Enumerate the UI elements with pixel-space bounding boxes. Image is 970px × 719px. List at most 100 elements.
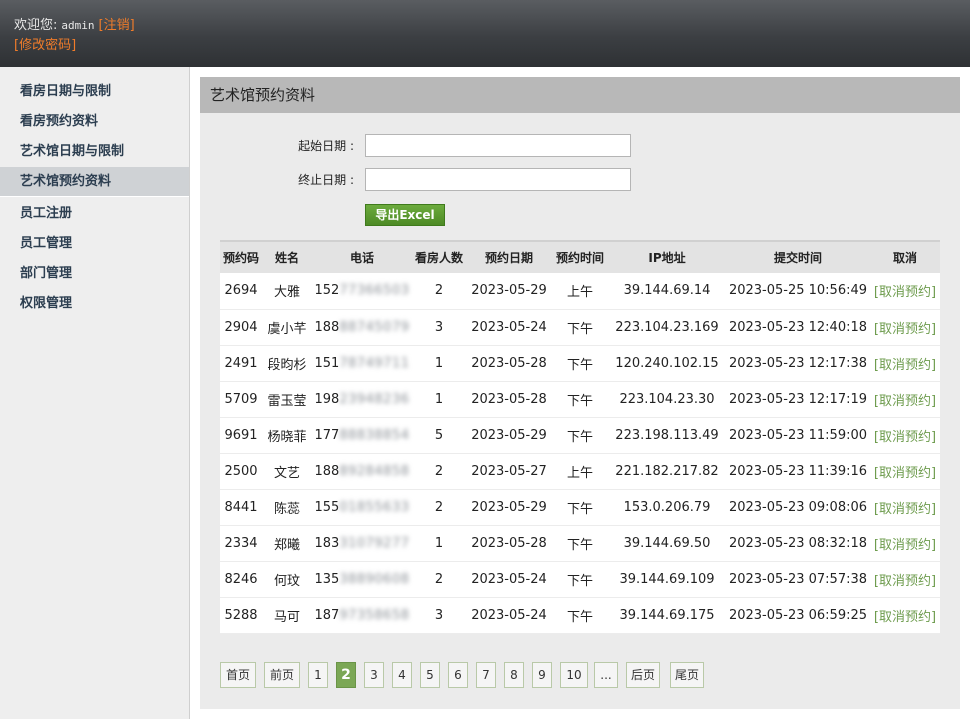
phone-prefix: 152 xyxy=(314,283,340,299)
cell-name: 马可 xyxy=(262,597,312,634)
cell-time: 下午 xyxy=(552,381,608,418)
column-header-date: 预约日期 xyxy=(466,240,552,273)
page-next-button[interactable]: 后页 xyxy=(626,662,660,688)
sidebar-item-permission-management[interactable]: 权限管理 xyxy=(0,289,189,319)
phone-redacted: 77366503 xyxy=(339,283,410,299)
cell-people: 2 xyxy=(412,489,466,526)
export-excel-button[interactable]: 导出Excel xyxy=(365,204,445,226)
cell-time: 上午 xyxy=(552,273,608,310)
cancel-booking-link[interactable]: [取消预约] xyxy=(874,502,936,517)
cell-submitted: 2023-05-23 06:59:25 xyxy=(726,597,870,634)
cell-ip: 39.144.69.109 xyxy=(608,561,726,598)
page-button[interactable]: 7 xyxy=(476,662,496,688)
table-row: 5288 马可 18797358658 3 2023-05-24 下午 39.144.69.… xyxy=(220,597,940,634)
sidebar-item-staff-register[interactable]: 员工注册 xyxy=(0,199,189,229)
cancel-booking-link[interactable]: [取消预约] xyxy=(874,322,936,337)
column-header-people: 看房人数 xyxy=(412,240,466,273)
main-panel: 艺术馆预约资料 起始日期 : 终止日期 : 导出Excel 预约码 姓名 电话 … xyxy=(200,77,960,709)
cell-cancel: [取消预约] xyxy=(870,597,940,634)
start-date-label: 起始日期 : xyxy=(298,139,354,153)
end-date-row: 终止日期 : xyxy=(200,168,960,192)
cell-phone: 18888745079 xyxy=(312,309,412,346)
cell-ip: 223.104.23.30 xyxy=(608,381,726,418)
phone-redacted: 01855633 xyxy=(339,499,410,515)
sidebar-item-staff-management[interactable]: 员工管理 xyxy=(0,229,189,259)
page-last-button[interactable]: 尾页 xyxy=(670,662,704,688)
logout-link[interactable]: [注销] xyxy=(99,18,135,33)
sidebar-item-house-viewing-dates[interactable]: 看房日期与限制 xyxy=(0,77,189,107)
column-header-name: 姓名 xyxy=(262,240,312,273)
cell-code: 5288 xyxy=(220,597,262,634)
cell-submitted: 2023-05-25 10:56:49 xyxy=(726,273,870,310)
page-button[interactable]: 10 xyxy=(560,662,588,688)
page-button[interactable]: 5 xyxy=(420,662,440,688)
cell-people: 1 xyxy=(412,345,466,382)
start-date-input[interactable] xyxy=(365,134,631,157)
table-row: 5709 雷玉莹 19823948236 1 2023-05-28 下午 223.104.2… xyxy=(220,381,940,418)
cell-code: 9691 xyxy=(220,417,262,454)
cancel-booking-link[interactable]: [取消预约] xyxy=(874,538,936,553)
phone-prefix: 183 xyxy=(314,535,340,551)
cell-name: 雷玉莹 xyxy=(262,381,312,418)
cancel-booking-link[interactable]: [取消预约] xyxy=(874,358,936,373)
cancel-booking-link[interactable]: [取消预约] xyxy=(874,430,936,445)
cell-cancel: [取消预约] xyxy=(870,489,940,526)
cancel-booking-link[interactable]: [取消预约] xyxy=(874,574,936,589)
cell-phone: 17788838854 xyxy=(312,417,412,454)
phone-redacted: 78749711 xyxy=(339,355,410,371)
end-date-input[interactable] xyxy=(365,168,631,191)
phone-redacted: 38890608 xyxy=(339,571,410,587)
cell-people: 1 xyxy=(412,525,466,562)
page-button[interactable]: 3 xyxy=(364,662,384,688)
cell-cancel: [取消预约] xyxy=(870,525,940,562)
page-button[interactable]: 6 xyxy=(448,662,468,688)
page-prev-button[interactable]: 前页 xyxy=(264,662,300,688)
cancel-booking-link[interactable]: [取消预约] xyxy=(874,285,936,300)
column-header-ip: IP地址 xyxy=(608,240,726,273)
page-button[interactable]: 4 xyxy=(392,662,412,688)
cell-code: 2491 xyxy=(220,345,262,382)
page-button-current[interactable]: 2 xyxy=(336,662,356,688)
page-button[interactable]: 8 xyxy=(504,662,524,688)
cell-ip: 223.198.113.49 xyxy=(608,417,726,454)
cancel-booking-link[interactable]: [取消预约] xyxy=(874,610,936,625)
sidebar-item-department-management[interactable]: 部门管理 xyxy=(0,259,189,289)
page-button[interactable]: 1 xyxy=(308,662,328,688)
cell-name: 文艺 xyxy=(262,453,312,490)
cell-time: 下午 xyxy=(552,309,608,346)
cell-name: 大雅 xyxy=(262,273,312,310)
table-row: 2694 大雅 15277366503 2 2023-05-29 上午 39.144.69.… xyxy=(220,273,940,310)
cell-ip: 153.0.206.79 xyxy=(608,489,726,526)
sidebar-item-gallery-bookings[interactable]: 艺术馆预约资料 xyxy=(0,167,189,197)
cell-submitted: 2023-05-23 09:08:06 xyxy=(726,489,870,526)
cell-phone: 18797358658 xyxy=(312,597,412,634)
cell-code: 2694 xyxy=(220,273,262,310)
sidebar-item-gallery-dates[interactable]: 艺术馆日期与限制 xyxy=(0,137,189,167)
phone-prefix: 177 xyxy=(314,427,340,443)
phone-redacted: 97358658 xyxy=(339,607,410,623)
cell-people: 5 xyxy=(412,417,466,454)
cell-phone: 15501855633 xyxy=(312,489,412,526)
cell-submitted: 2023-05-23 11:39:16 xyxy=(726,453,870,490)
column-header-cancel: 取消 xyxy=(870,240,940,273)
cell-date: 2023-05-29 xyxy=(466,417,552,454)
cell-name: 郑曦 xyxy=(262,525,312,562)
phone-prefix: 198 xyxy=(314,391,340,407)
page-button[interactable]: 9 xyxy=(532,662,552,688)
cell-date: 2023-05-29 xyxy=(466,273,552,310)
table-row: 2334 郑曦 18331079277 1 2023-05-28 下午 39.144.69.… xyxy=(220,525,940,562)
cell-submitted: 2023-05-23 08:32:18 xyxy=(726,525,870,562)
cell-code: 2334 xyxy=(220,525,262,562)
cell-phone: 18889284858 xyxy=(312,453,412,490)
cancel-booking-link[interactable]: [取消预约] xyxy=(874,394,936,409)
cancel-booking-link[interactable]: [取消预约] xyxy=(874,466,936,481)
column-header-code: 预约码 xyxy=(220,240,262,273)
cell-cancel: [取消预约] xyxy=(870,309,940,346)
page-first-button[interactable]: 首页 xyxy=(220,662,256,688)
cell-ip: 223.104.23.169 xyxy=(608,309,726,346)
cell-people: 2 xyxy=(412,561,466,598)
sidebar-item-house-viewing-bookings[interactable]: 看房预约资料 xyxy=(0,107,189,137)
change-password-link[interactable]: [修改密码] xyxy=(14,38,76,53)
cell-cancel: [取消预约] xyxy=(870,417,940,454)
cell-time: 下午 xyxy=(552,597,608,634)
